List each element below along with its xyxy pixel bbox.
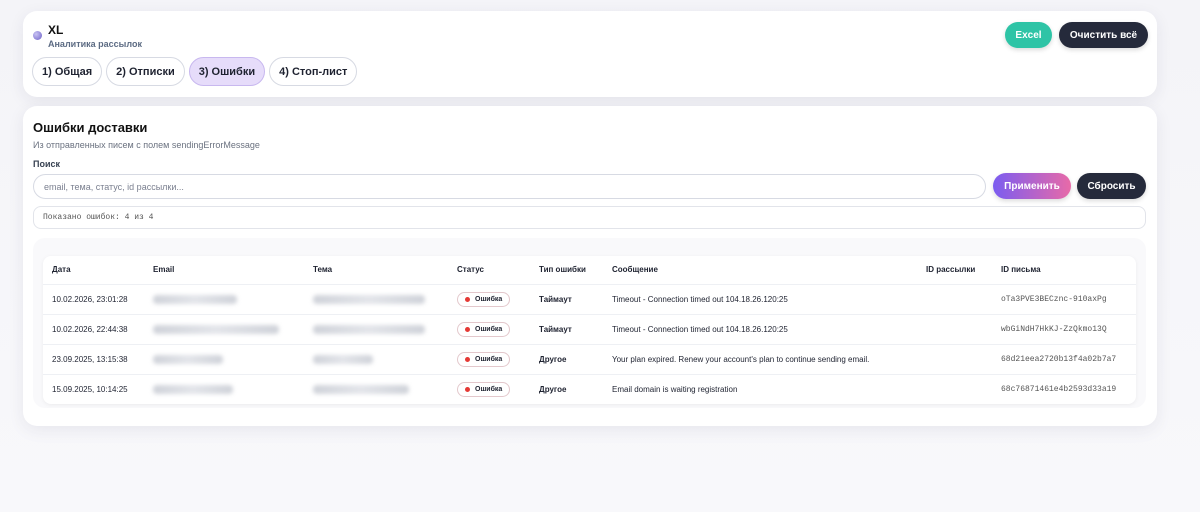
cell-message-id: oTa3PVE3BECznc-910axPg — [992, 284, 1136, 315]
cell-status: Ошибка — [448, 374, 530, 404]
cell-campaign-id — [917, 344, 992, 375]
cell-status: Ошибка — [448, 344, 530, 375]
table-row[interactable]: 15.09.2025, 10:14:25 Ошибка Другое Email… — [43, 374, 1136, 404]
cell-error-type: Таймаут — [530, 284, 603, 315]
section-subtitle: Из отправленных писем с полем sendingErr… — [33, 140, 260, 150]
column-header-email[interactable]: Email — [144, 256, 304, 285]
app-name: XL — [48, 23, 64, 37]
cell-subject-redacted — [304, 374, 448, 404]
errors-table-panel: Дата Email Тема Статус Тип ошибки Сообще… — [43, 256, 1136, 404]
cell-date: 10.02.2026, 23:01:28 — [43, 284, 144, 315]
clear-all-button[interactable]: Очистить всё — [1059, 22, 1148, 48]
cell-message: Timeout - Connection timed out 104.18.26… — [603, 314, 917, 345]
error-dot-icon — [465, 386, 470, 392]
apply-button[interactable]: Применить — [993, 173, 1071, 199]
table-row[interactable]: 23.09.2025, 13:15:38 Ошибка Другое Your … — [43, 344, 1136, 375]
cell-email-redacted — [144, 314, 304, 345]
status-badge: Ошибка — [457, 321, 511, 337]
tab-bar: 1) Общая 2) Отписки 3) Ошибки 4) Стоп-ли… — [32, 57, 358, 86]
cell-message-id: 68d21eea2720b13f4a02b7a7 — [992, 344, 1136, 375]
cell-email-redacted — [144, 344, 304, 375]
status-badge: Ошибка — [457, 351, 511, 367]
status-badge: Ошибка — [457, 291, 511, 307]
table-row[interactable]: 10.02.2026, 23:01:28 Ошибка Таймаут Time… — [43, 284, 1136, 315]
cell-message: Your plan expired. Renew your account's … — [603, 344, 917, 375]
column-header-error-type[interactable]: Тип ошибки — [530, 256, 603, 285]
results-counter: Показано ошибок: 4 из 4 — [33, 206, 1146, 229]
cell-subject-redacted — [304, 314, 448, 345]
app-subtitle: Аналитика рассылок — [48, 39, 142, 49]
cell-message: Timeout - Connection timed out 104.18.26… — [603, 284, 917, 315]
errors-card: Ошибки доставки Из отправленных писем с … — [23, 106, 1157, 426]
tab-stop-list[interactable]: 4) Стоп-лист — [269, 57, 358, 86]
cell-date: 10.02.2026, 22:44:38 — [43, 314, 144, 345]
cell-error-type: Таймаут — [530, 314, 603, 345]
excel-export-button[interactable]: Excel — [1005, 22, 1052, 48]
brand: XL Аналитика рассылок — [33, 23, 142, 49]
column-header-message-id[interactable]: ID письма — [992, 256, 1136, 285]
header-card: XL Аналитика рассылок 1) Общая 2) Отписк… — [23, 11, 1157, 97]
cell-status: Ошибка — [448, 284, 530, 315]
cell-error-type: Другое — [530, 344, 603, 375]
table-header-row: Дата Email Тема Статус Тип ошибки Сообще… — [43, 256, 1136, 285]
column-header-subject[interactable]: Тема — [304, 256, 448, 285]
cell-campaign-id — [917, 374, 992, 404]
status-badge: Ошибка — [457, 381, 511, 397]
column-header-status[interactable]: Статус — [448, 256, 530, 285]
cell-error-type: Другое — [539, 384, 567, 394]
cell-date: 15.09.2025, 10:14:25 — [52, 384, 128, 394]
cell-status: Ошибка — [448, 314, 530, 345]
search-label: Поиск — [33, 159, 61, 169]
error-dot-icon — [465, 356, 470, 362]
errors-table: Дата Email Тема Статус Тип ошибки Сообще… — [43, 256, 1136, 404]
cell-subject-redacted — [304, 344, 448, 375]
tab-general[interactable]: 1) Общая — [32, 57, 103, 86]
brand-logo-icon — [33, 31, 42, 40]
tab-errors[interactable]: 3) Ошибки — [188, 57, 266, 86]
table-container: Дата Email Тема Статус Тип ошибки Сообще… — [33, 238, 1146, 408]
cell-subject-redacted — [304, 284, 448, 315]
search-input[interactable] — [33, 174, 986, 199]
error-dot-icon — [465, 326, 470, 332]
column-header-date[interactable]: Дата — [43, 256, 144, 285]
column-header-campaign-id[interactable]: ID рассылки — [917, 256, 992, 285]
cell-message: Email domain is waiting registration — [612, 384, 738, 394]
cell-message-id: 68c76871461e4b2593d33a19 — [1001, 384, 1117, 394]
error-dot-icon — [465, 296, 470, 302]
table-row[interactable]: 10.02.2026, 22:44:38 Ошибка Таймаут Time… — [43, 314, 1136, 345]
section-title: Ошибки доставки — [33, 120, 148, 135]
cell-email-redacted — [144, 374, 304, 404]
column-header-message[interactable]: Сообщение — [603, 256, 917, 285]
tab-unsubscribes[interactable]: 2) Отписки — [106, 57, 185, 86]
cell-message-id: wbGiNdH7HkKJ-ZzQkmo13Q — [992, 314, 1136, 345]
cell-campaign-id — [917, 284, 992, 315]
cell-date: 23.09.2025, 13:15:38 — [43, 344, 144, 375]
cell-campaign-id — [917, 314, 992, 345]
reset-button[interactable]: Сбросить — [1077, 173, 1146, 199]
cell-email-redacted — [144, 284, 304, 315]
